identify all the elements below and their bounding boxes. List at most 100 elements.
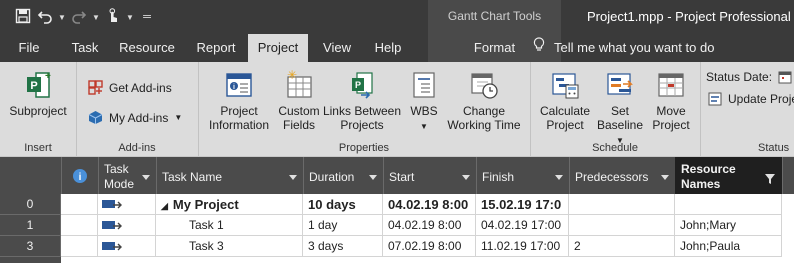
predecessors-cell[interactable] (569, 215, 675, 236)
tab-project[interactable]: Project (248, 34, 308, 62)
task-mode-cell[interactable] (98, 236, 156, 257)
status-date-button[interactable]: Status Date: (706, 70, 792, 84)
predecessors-cell[interactable] (569, 194, 675, 215)
custom-fields-icon: ✳ (287, 70, 312, 98)
select-all-corner[interactable] (0, 157, 62, 194)
touch-mode-icon[interactable] (104, 7, 122, 27)
get-addins-button[interactable]: Get Add-ins (88, 80, 172, 95)
duration-cell[interactable]: 10 days (303, 194, 383, 215)
start-cell[interactable]: 07.02.19 8:00 (383, 236, 476, 257)
start-cell[interactable]: 04.02.19 8:00 (383, 215, 476, 236)
table-row[interactable]: 3 Task 3 3 days 07.02.19 8:00 11.02.19 1… (0, 236, 794, 257)
change-working-time-button[interactable]: Change Working Time (444, 70, 524, 132)
column-duration[interactable]: Duration (303, 157, 384, 194)
tab-report[interactable]: Report (188, 34, 244, 62)
custom-fields-label-1: Custom (278, 104, 320, 118)
wbs-button[interactable]: WBS ▼ (404, 70, 444, 134)
working-time-calendar-icon (471, 73, 498, 99)
column-finish[interactable]: Finish (476, 157, 570, 194)
undo-icon[interactable] (36, 8, 54, 27)
links-between-projects-label-1: Links Between (322, 104, 402, 118)
group-properties: i Project Information ✳ Custom Fields P … (198, 62, 531, 156)
task-mode-cell[interactable] (98, 215, 156, 236)
row-id[interactable]: 3 (0, 236, 61, 257)
row-id[interactable]: 1 (0, 215, 61, 236)
indicator-cell (61, 236, 98, 257)
finish-cell[interactable]: 15.02.19 17:0 (476, 194, 569, 215)
collapse-icon[interactable]: ◢ (161, 201, 168, 211)
duration-header: Duration (309, 170, 355, 184)
start-cell[interactable]: 04.02.19 8:00 (383, 194, 476, 215)
svg-text:i: i (233, 84, 235, 91)
start-filter-icon[interactable] (462, 175, 470, 180)
predecessors-filter-icon[interactable] (661, 175, 669, 180)
column-resource-names[interactable]: Resource Names (675, 157, 783, 194)
resource-names-cell[interactable]: John;Paula (675, 236, 782, 257)
group-schedule: Calculate Project Set Baseline ▼ Move Pr… (530, 62, 701, 156)
status-date-label: Status Date: (706, 70, 773, 84)
touch-mode-dropdown-icon[interactable]: ▼ (126, 13, 134, 22)
table-row[interactable]: 0 ◢ My Project 10 days 04.02.19 8:00 15.0… (0, 194, 794, 215)
wbs-dropdown-icon[interactable]: ▼ (420, 122, 428, 131)
finish-filter-icon[interactable] (555, 175, 563, 180)
custom-fields-button[interactable]: ✳ Custom Fields (274, 70, 324, 132)
move-project-button[interactable]: Move Project (648, 70, 694, 132)
save-icon[interactable] (14, 8, 32, 27)
subproject-label: Subproject (9, 104, 67, 118)
row-id[interactable]: 0 (0, 194, 61, 215)
my-addins-dropdown-icon[interactable]: ▼ (174, 113, 182, 122)
group-addins: Get Add-ins My Add-ins ▼ Add-ins (76, 62, 199, 156)
predecessors-cell[interactable]: 2 (569, 236, 675, 257)
insert-group-label: Insert (24, 142, 52, 154)
links-between-projects-button[interactable]: P Links Between Projects (322, 70, 402, 132)
my-addins-button[interactable]: My Add-ins ▼ (88, 110, 182, 125)
table-row[interactable]: 1 Task 1 1 day 04.02.19 8:00 04.02.19 17… (0, 215, 794, 236)
finish-cell[interactable]: 11.02.19 17:00 (476, 236, 569, 257)
svg-text:✳: ✳ (287, 70, 297, 82)
set-baseline-button[interactable]: Set Baseline ▼ (592, 70, 648, 148)
duration-cell[interactable]: 1 day (303, 215, 383, 236)
task-name-filter-icon[interactable] (289, 175, 297, 180)
ribbon-tab-bar: File Task Resource Report Project View H… (0, 34, 794, 62)
svg-text:P: P (355, 80, 361, 90)
column-predecessors[interactable]: Predecessors (569, 157, 676, 194)
resource-names-cell[interactable] (675, 194, 782, 215)
column-start[interactable]: Start (383, 157, 477, 194)
column-task-name[interactable]: Task Name (156, 157, 304, 194)
finish-cell[interactable]: 04.02.19 17:00 (476, 215, 569, 236)
group-status: Status Date: Update Projec Status (700, 62, 794, 156)
filter-funnel-icon[interactable] (764, 173, 776, 185)
task-name-header: Task Name (162, 170, 223, 184)
tab-view[interactable]: View (314, 34, 360, 62)
status-group-label: Status (758, 142, 790, 154)
resource-names-header-1: Resource (681, 162, 736, 176)
tab-file[interactable]: File (8, 34, 50, 62)
tab-task[interactable]: Task (62, 34, 108, 62)
task-mode-filter-icon[interactable] (142, 175, 150, 180)
subproject-button[interactable]: P + Subproject (6, 70, 70, 118)
change-working-time-label-2: Working Time (447, 118, 521, 132)
update-project-button[interactable]: Update Projec (708, 92, 794, 106)
customize-qat-icon[interactable]: ═ (138, 11, 156, 23)
duration-cell[interactable]: 3 days (303, 236, 383, 257)
start-header: Start (389, 170, 415, 184)
task-name-cell[interactable]: ◢ My Project (156, 194, 303, 215)
links-between-projects-icon: P (352, 72, 373, 99)
task-mode-cell[interactable] (98, 194, 156, 215)
task-name-cell[interactable]: Task 1 (156, 215, 303, 236)
indicator-cell (61, 194, 98, 215)
tab-resource[interactable]: Resource (114, 34, 180, 62)
calculate-project-label-1: Calculate (539, 104, 591, 118)
update-project-icon (708, 92, 722, 106)
resource-names-cell[interactable]: John;Mary (675, 215, 782, 236)
column-task-mode[interactable]: Task Mode (98, 157, 157, 194)
column-indicators[interactable]: i (61, 157, 99, 194)
calculate-project-button[interactable]: Calculate Project (536, 70, 594, 132)
undo-dropdown-icon[interactable]: ▼ (58, 13, 66, 22)
project-information-button[interactable]: i Project Information (204, 70, 274, 132)
duration-filter-icon[interactable] (369, 175, 377, 180)
tell-me-box[interactable]: Tell me what you want to do (533, 34, 714, 62)
task-name-cell[interactable]: Task 3 (156, 236, 303, 257)
my-addins-label: My Add-ins (109, 110, 169, 125)
tab-help[interactable]: Help (366, 34, 410, 62)
